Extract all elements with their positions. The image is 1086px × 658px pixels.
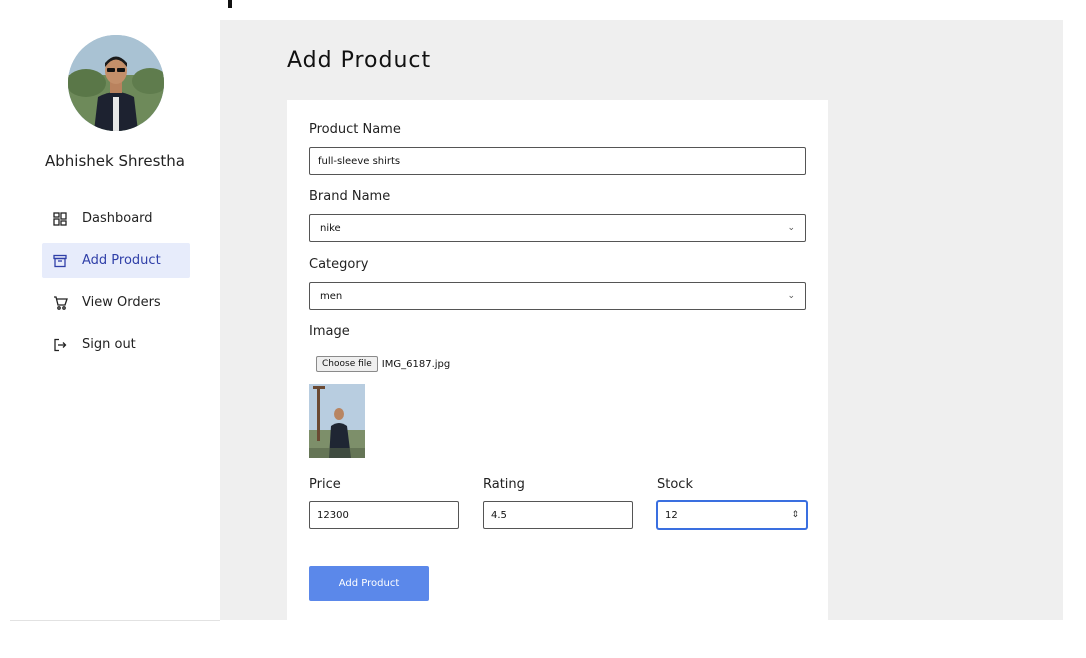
price-value: 12300 [317, 509, 349, 521]
sidebar-item-label: Sign out [82, 337, 136, 352]
product-name-input[interactable] [309, 147, 806, 175]
product-name-label: Product Name [309, 122, 401, 137]
stock-label: Stock [657, 477, 693, 492]
avatar [68, 35, 164, 131]
brand-name-selected: nike [320, 222, 341, 234]
image-label: Image [309, 324, 350, 339]
sidebar-item-label: View Orders [82, 295, 161, 310]
file-name: IMG_6187.jpg [381, 358, 451, 370]
top-marker [228, 0, 232, 8]
brand-name-label: Brand Name [309, 189, 391, 204]
chevron-down-icon: ⌄ [787, 291, 795, 301]
rating-label: Rating [483, 477, 525, 492]
dashboard-grid-icon [52, 211, 68, 227]
sidebar-item-view-orders[interactable]: View Orders [42, 285, 190, 320]
archive-box-icon [52, 253, 68, 269]
category-select[interactable]: men ⌄ [309, 282, 806, 310]
sidebar-item-sign-out[interactable]: Sign out [42, 327, 190, 362]
choose-file-button[interactable]: Choose file [316, 356, 378, 372]
category-label: Category [309, 257, 369, 272]
add-product-form: Product Name Brand Name nike ⌄ Category … [287, 100, 828, 620]
price-label: Price [309, 477, 341, 492]
app-root: Abhishek Shrestha Dashboard Add Product … [0, 0, 1086, 658]
number-stepper-icon[interactable]: ⇕ [791, 510, 799, 520]
rating-value: 4.5 [491, 509, 507, 521]
rating-input[interactable]: 4.5 [483, 501, 633, 529]
sidebar-item-label: Dashboard [82, 211, 153, 226]
sidebar-item-add-product[interactable]: Add Product [42, 243, 190, 278]
sidebar-item-label: Add Product [82, 253, 161, 268]
category-selected: men [320, 290, 343, 302]
page-title: Add Product [287, 48, 432, 73]
sidebar-nav: Dashboard Add Product View Orders Sign o… [42, 201, 190, 369]
stock-input[interactable]: 12 ⇕ [657, 501, 807, 529]
image-preview [309, 384, 365, 458]
chevron-down-icon: ⌄ [787, 223, 795, 233]
shopping-cart-icon [52, 295, 68, 311]
stock-value: 12 [665, 509, 678, 521]
add-product-button[interactable]: Add Product [309, 566, 429, 601]
user-name: Abhishek Shrestha [45, 152, 185, 170]
brand-name-select[interactable]: nike ⌄ [309, 214, 806, 242]
sign-out-icon [52, 337, 68, 353]
sidebar-item-dashboard[interactable]: Dashboard [42, 201, 190, 236]
file-input: Choose file IMG_6187.jpg [316, 356, 450, 372]
main-content: Add Product Product Name Brand Name nike… [220, 20, 1063, 620]
sidebar: Abhishek Shrestha Dashboard Add Product … [10, 20, 220, 621]
price-input[interactable]: 12300 [309, 501, 459, 529]
